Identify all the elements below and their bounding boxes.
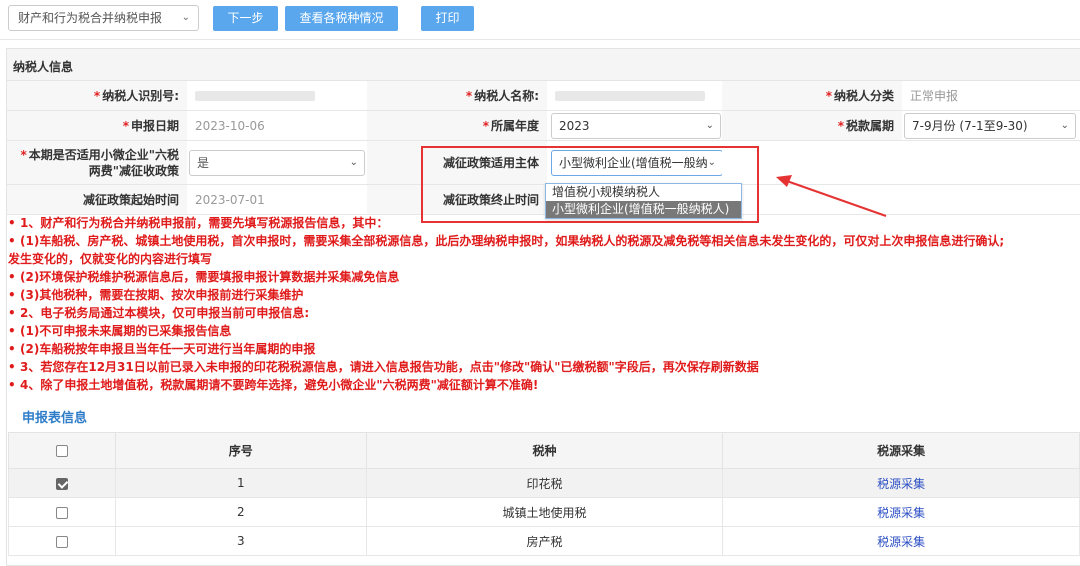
tax-year-cell: 2023 ⌄ (547, 111, 722, 140)
taxpayer-name-label: * 纳税人名称: (367, 81, 547, 110)
print-button[interactable]: 打印 (421, 6, 474, 31)
toolbar: 财产和行为税合并纳税申报 ⌄ 下一步 查看各税种情况 打印 (0, 0, 1080, 40)
policy-question-label: * 本期是否适用小微企业"六税两费"减征收政策 (7, 141, 187, 184)
row-checkbox-cell (8, 497, 116, 527)
row-checkbox-cell (8, 526, 116, 556)
masked-value (555, 90, 705, 101)
taxpayer-section-header: 纳税人信息 (7, 49, 1080, 81)
table-row: 2 城镇土地使用税 税源采集 (8, 497, 1080, 527)
notice-block: • 1、财产和行为税合并纳税申报前，需要先填写税源报告信息，其中： • (1)车船税… (8, 214, 1078, 394)
notice-line: • (3)其他税种，需要在按期、按次申报前进行采集维护 (8, 288, 304, 302)
row-checkbox[interactable] (55, 506, 68, 519)
row-number: 3 (114, 526, 367, 556)
tax-period-value: 7-9月份 (7-1至9-30) (912, 119, 1028, 133)
policy-question-value: 是 (197, 156, 210, 170)
row-checkbox[interactable] (55, 535, 68, 548)
declaration-table: 序号 税种 税源采集 1 印花税 税源采集 2 城镇土地使用税 税源采集 3 房… (8, 432, 1080, 556)
row-action-cell: 税源采集 (722, 497, 1080, 527)
tax-period-cell: 7-9月份 (7-1至9-30) ⌄ (902, 111, 1080, 140)
chevron-down-icon: ⌄ (349, 157, 358, 168)
tax-source-link[interactable]: 税源采集 (877, 506, 925, 520)
notice-line: • (1)车船税、房产税、城镇土地使用税，首次申报时，需要采集全部税源信息，此后办… (8, 234, 1005, 248)
next-step-button[interactable]: 下一步 (213, 6, 278, 31)
row-tax-type: 城镇土地使用税 (365, 497, 724, 527)
notice-line: • 4、除了申报土地增值税，税款属期请不要跨年选择，避免小微企业"六税两费"减征额… (8, 378, 539, 392)
notice-line: • 1、财产和行为税合并纳税申报前，需要先填写税源报告信息，其中： (8, 216, 389, 230)
dropdown-option[interactable]: 增值税小规模纳税人 (546, 184, 741, 201)
declaration-table-title: 申报表信息 (22, 411, 88, 426)
tax-source-link[interactable]: 税源采集 (877, 477, 925, 491)
select-all-header (8, 432, 116, 469)
policy-start-label: 减征政策起始时间 (7, 185, 187, 214)
notice-line: • (2)环境保护税维护税源信息后，需要填报申报计算数据并采集减免信息 (8, 270, 400, 284)
policy-question-select[interactable]: 是 ⌄ (189, 150, 365, 176)
row-tax-type: 印花税 (365, 468, 724, 498)
table-header-row: 序号 税种 税源采集 (8, 432, 1080, 469)
table-row: 1 印花税 税源采集 (8, 468, 1080, 498)
taxpayer-id-label: * 纳税人识别号: (7, 81, 187, 110)
row-action-cell: 税源采集 (722, 526, 1080, 556)
tax-period-label: * 税款属期 (722, 111, 902, 140)
taxpayer-name-value (547, 81, 722, 110)
masked-value (195, 90, 315, 101)
row-checkbox[interactable] (55, 477, 68, 490)
declaration-type-value: 财产和行为税合并纳税申报 (18, 11, 163, 25)
tax-year-select[interactable]: 2023 ⌄ (551, 113, 721, 139)
declare-date-label: * 申报日期 (7, 111, 187, 140)
row-checkbox-cell (8, 468, 116, 498)
row-tax-type: 房产税 (365, 526, 724, 556)
form-row-2: * 申报日期 2023-10-06 * 所属年度 2023 ⌄ * 税款属期 7-9月… (7, 111, 1080, 141)
chevron-down-icon: ⌄ (705, 120, 714, 131)
taxpayer-category-label: * 纳税人分类 (722, 81, 902, 110)
tax-year-value: 2023 (559, 119, 590, 133)
row-action-cell: 税源采集 (722, 468, 1080, 498)
select-all-checkbox[interactable] (55, 445, 68, 457)
tax-year-label: * 所属年度 (367, 111, 547, 140)
notice-line: • (1)不可申报未来属期的已采集报告信息 (8, 324, 232, 338)
taxpayer-category-value: 正常申报 (902, 81, 1080, 110)
table-row: 3 房产税 税源采集 (8, 526, 1080, 556)
view-tax-types-button[interactable]: 查看各税种情况 (285, 6, 398, 31)
tax-source-link[interactable]: 税源采集 (877, 535, 925, 549)
taxpayer-id-value (187, 81, 367, 110)
row-number: 2 (114, 497, 367, 527)
notice-line: • (2)车船税按年申报且当年任一天可进行当年属期的申报 (8, 342, 316, 356)
notice-line: • 2、电子税务局通过本模块，仅可申报当前可申报信息: (8, 306, 310, 320)
policy-start-value: 2023-07-01 (187, 185, 367, 214)
column-header: 税源采集 (722, 432, 1080, 469)
row-number: 1 (114, 468, 367, 498)
form-row-1: * 纳税人识别号: * 纳税人名称: * 纳税人分类 正常申报 (7, 81, 1080, 111)
notice-line: • 3、若您存在12月31日以前已录入未申报的印花税税源信息，请进入信息报告功能，… (8, 360, 759, 374)
column-header: 序号 (114, 432, 367, 469)
column-header: 税种 (365, 432, 724, 469)
notice-line: 发生变化的，仅就变化的内容进行填写 (8, 252, 213, 266)
declare-date-value: 2023-10-06 (187, 111, 367, 140)
chevron-down-icon: ⌄ (1060, 120, 1069, 131)
taxpayer-section-title: 纳税人信息 (13, 60, 74, 74)
tax-period-select[interactable]: 7-9月份 (7-1至9-30) ⌄ (904, 113, 1076, 139)
policy-question-cell: 是 ⌄ (187, 141, 367, 184)
chevron-down-icon: ⌄ (181, 12, 190, 23)
declaration-type-select[interactable]: 财产和行为税合并纳税申报 ⌄ (8, 5, 199, 31)
